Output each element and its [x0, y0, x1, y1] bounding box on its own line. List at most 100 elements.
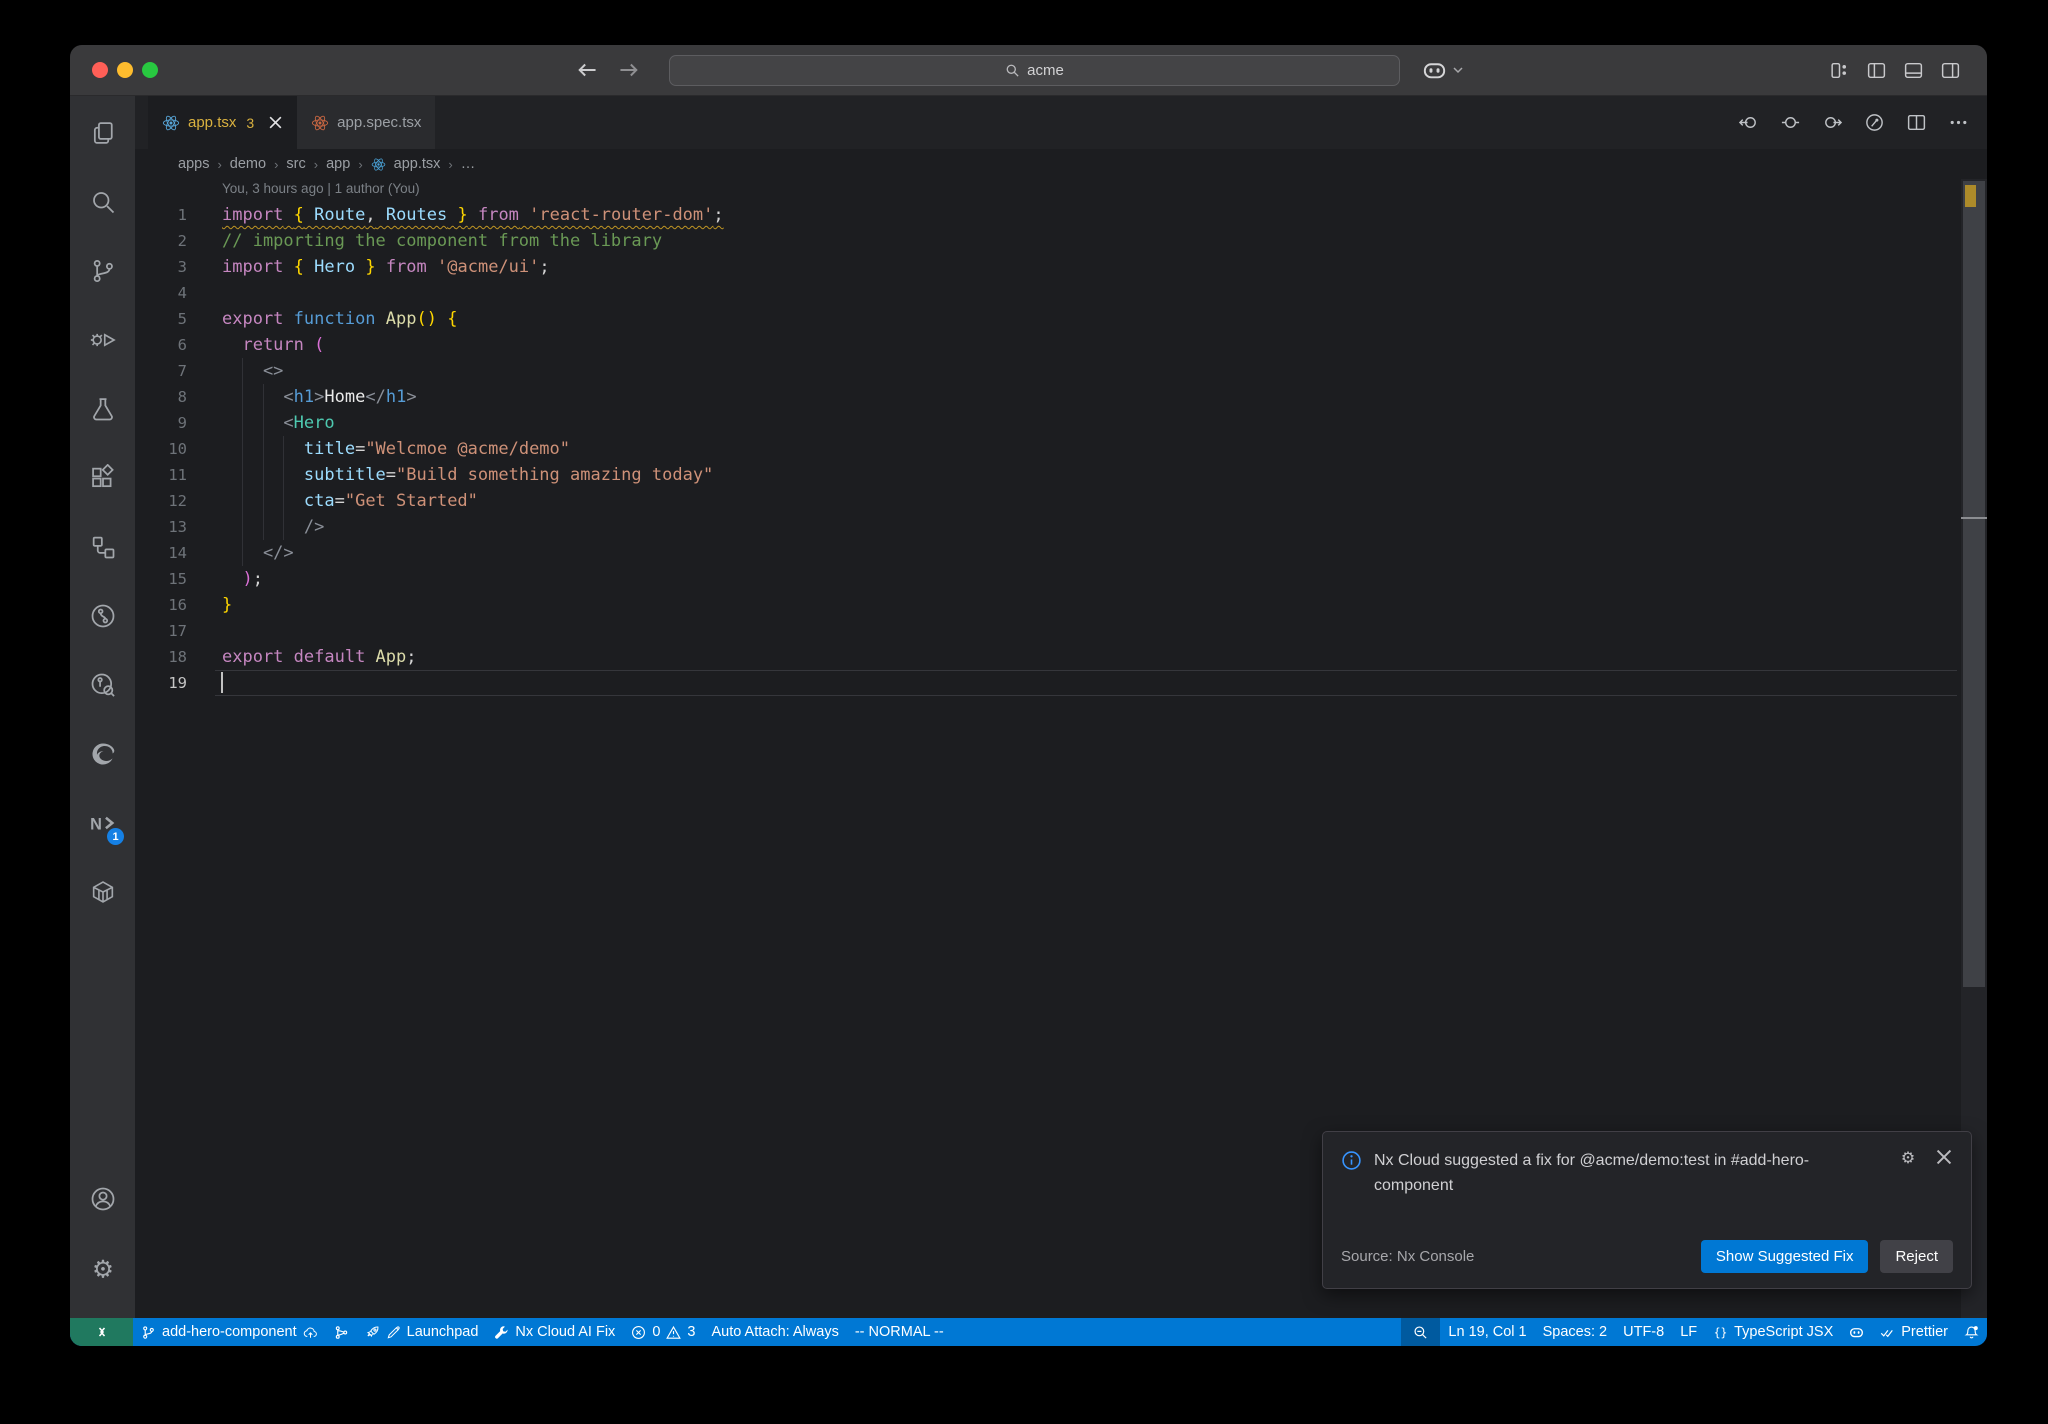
- nx-cloud-ai-fix-status[interactable]: Nx Cloud AI Fix: [486, 1318, 623, 1346]
- gitlens-inspect-icon: [89, 671, 117, 699]
- code-line-5[interactable]: 5 export function App() {: [135, 306, 1961, 332]
- code-line-1[interactable]: 1 import { Route, Routes } from 'react-ro…: [135, 202, 1961, 228]
- activity-bar-item-settings[interactable]: ⚙: [70, 1233, 135, 1302]
- zoom-window-button[interactable]: [142, 62, 158, 78]
- show-suggested-fix-button[interactable]: Show Suggested Fix: [1700, 1240, 1869, 1273]
- code-line-4[interactable]: 4: [135, 280, 1961, 306]
- code-line-19[interactable]: 19: [135, 670, 1961, 696]
- language-mode-status[interactable]: {} TypeScript JSX: [1705, 1318, 1841, 1346]
- reject-button[interactable]: Reject: [1880, 1240, 1953, 1273]
- line-number: 4: [177, 284, 187, 302]
- svg-text:N: N: [90, 815, 102, 833]
- breadcrumb-separator: ›: [217, 156, 222, 172]
- gitlens-graph-button[interactable]: [1864, 112, 1885, 133]
- activity-bar-item-search[interactable]: [70, 167, 135, 236]
- line-number: 3: [177, 258, 187, 276]
- indentation-status[interactable]: Spaces: 2: [1535, 1318, 1616, 1346]
- activity-bar-item-gitlens-inspect[interactable]: [70, 650, 135, 719]
- code-line-15[interactable]: 15 );: [135, 566, 1961, 592]
- gear-icon[interactable]: ⚙: [1899, 1148, 1917, 1166]
- code-line-16[interactable]: 16}: [135, 592, 1961, 618]
- copilot-status[interactable]: [1841, 1318, 1872, 1346]
- activity-bar-item-gitlens[interactable]: [70, 581, 135, 650]
- edge-icon: [89, 740, 117, 768]
- activity-bar-item-explorer[interactable]: [70, 98, 135, 167]
- activity-bar-item-containers[interactable]: [70, 857, 135, 926]
- breadcrumb-file[interactable]: app.tsx: [394, 156, 441, 172]
- breadcrumb-item[interactable]: app: [326, 156, 350, 172]
- layout-controls: [1829, 45, 1961, 95]
- code-line-10[interactable]: 10 title="Welcmoe @acme/demo": [135, 436, 1961, 462]
- code-line-18[interactable]: 18 export default App;: [135, 644, 1961, 670]
- label: -- NORMAL --: [854, 1324, 944, 1340]
- activity-bar-item-source-control[interactable]: [70, 236, 135, 305]
- activity-bar-item-edge-browser[interactable]: [70, 719, 135, 788]
- navigate-forward-button[interactable]: [618, 59, 640, 81]
- code-line-7[interactable]: 7 <>: [135, 358, 1961, 384]
- code-line-13[interactable]: 13 />: [135, 514, 1961, 540]
- code-line-9[interactable]: 9 <Hero: [135, 410, 1961, 436]
- copilot-menu-button[interactable]: [1422, 45, 1464, 95]
- toggle-panel-button[interactable]: [1903, 60, 1924, 81]
- close-tab-button[interactable]: [268, 115, 283, 130]
- line-number: 13: [168, 518, 187, 536]
- auto-attach-status[interactable]: Auto Attach: Always: [703, 1318, 846, 1346]
- remote-indicator[interactable]: [70, 1318, 133, 1346]
- breadcrumb-item[interactable]: demo: [230, 156, 266, 172]
- commit-graph-status[interactable]: [326, 1318, 357, 1346]
- customize-layout-button[interactable]: [1829, 60, 1850, 81]
- search-big-icon: [89, 188, 117, 216]
- prettier-status[interactable]: Prettier: [1872, 1318, 1956, 1346]
- code-line-3[interactable]: 3 import { Hero } from '@acme/ui';: [135, 254, 1961, 280]
- zoom-indicator[interactable]: [1401, 1318, 1441, 1346]
- debug-icon: [89, 326, 117, 354]
- close-icon[interactable]: [1935, 1148, 1953, 1166]
- code-line-17[interactable]: 17: [135, 618, 1961, 644]
- toggle-primary-sidebar-button[interactable]: [1866, 60, 1887, 81]
- breadcrumb-item[interactable]: apps: [178, 156, 209, 172]
- problems-status[interactable]: 03: [623, 1318, 703, 1346]
- activity-bar-item-accounts[interactable]: [70, 1164, 135, 1233]
- tab-app-spec-tsx[interactable]: app.spec.tsx: [297, 96, 436, 149]
- activity-bar-item-project-graph[interactable]: [70, 512, 135, 581]
- code-line-11[interactable]: 11 subtitle="Build something amazing tod…: [135, 462, 1961, 488]
- breadcrumb[interactable]: apps › demo › src › app › app.tsx ›…: [135, 149, 1987, 179]
- breadcrumb-item[interactable]: src: [286, 156, 305, 172]
- activity-bar-item-nx-console[interactable]: N1: [70, 788, 135, 857]
- scrollbar-thumb[interactable]: [1963, 181, 1985, 987]
- brush-icon: [386, 1325, 401, 1340]
- label: Prettier: [1901, 1324, 1948, 1340]
- gitlens-launchpad-status[interactable]: Launchpad: [357, 1318, 487, 1346]
- notifications-bell[interactable]: [1956, 1318, 1987, 1346]
- code-line-12[interactable]: 12 cta="Get Started": [135, 488, 1961, 514]
- close-window-button[interactable]: [92, 62, 108, 78]
- tab-app-tsx[interactable]: app.tsx 3: [148, 96, 298, 149]
- activity-bar-item-extensions[interactable]: [70, 443, 135, 512]
- encoding-status[interactable]: UTF-8: [1615, 1318, 1672, 1346]
- code-line-6[interactable]: 6 return (: [135, 332, 1961, 358]
- vim-mode-status[interactable]: -- NORMAL --: [847, 1318, 952, 1346]
- code-line-14[interactable]: 14 </>: [135, 540, 1961, 566]
- split-editor-button[interactable]: [1906, 112, 1927, 133]
- info-icon: [1341, 1150, 1362, 1171]
- activity-bar-item-run-and-debug[interactable]: [70, 305, 135, 374]
- toggle-secondary-sidebar-button[interactable]: [1940, 60, 1961, 81]
- code-line-8[interactable]: 8 <h1>Home</h1>: [135, 384, 1961, 410]
- extensions-icon: [89, 463, 117, 492]
- command-center-search[interactable]: acme: [669, 55, 1400, 86]
- git-branch-status[interactable]: add-hero-component: [133, 1318, 326, 1346]
- more-actions-button[interactable]: [1948, 112, 1969, 133]
- current-change-button[interactable]: [1780, 112, 1801, 133]
- navigate-back-change-button[interactable]: [1738, 112, 1759, 133]
- line-number: 15: [168, 570, 187, 588]
- line-number: 12: [168, 492, 187, 510]
- navigate-back-button[interactable]: [576, 59, 598, 81]
- breadcrumb-symbol[interactable]: …: [461, 156, 476, 172]
- navigate-forward-change-button[interactable]: [1822, 112, 1843, 133]
- cursor-position-status[interactable]: Ln 19, Col 1: [1440, 1318, 1534, 1346]
- eol-status[interactable]: LF: [1672, 1318, 1705, 1346]
- notification-toast: Nx Cloud suggested a fix for @acme/demo:…: [1322, 1131, 1972, 1289]
- code-line-2[interactable]: 2 // importing the component from the lib…: [135, 228, 1961, 254]
- minimize-window-button[interactable]: [117, 62, 133, 78]
- activity-bar-item-testing[interactable]: [70, 374, 135, 443]
